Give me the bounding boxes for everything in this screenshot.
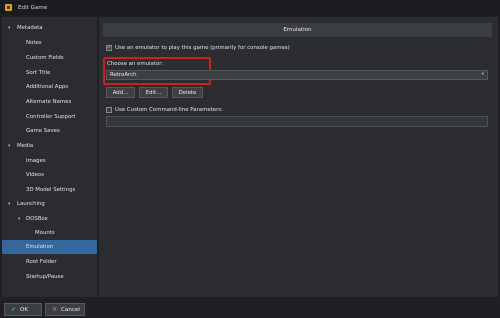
sidebar-item-custom-fields[interactable]: Custom Fields [2,51,97,65]
sidebar-item-root-folder[interactable]: Root Folder [2,255,97,269]
sidebar-item-label: Launching [17,201,45,207]
sidebar-item-label: DOSBox [26,216,48,222]
sidebar-item-label: Controller Support [26,114,76,120]
sidebar-nav: ▾ Metadata Notes Custom Fields Sort Titl… [2,17,97,297]
custom-params-input[interactable] [106,116,488,127]
use-emulator-checkbox[interactable]: ✓ [106,45,112,51]
sidebar-item-label: Notes [26,40,42,46]
launchbox-app-icon [4,3,13,12]
sidebar-item-emulation[interactable]: Emulation [2,240,97,254]
sidebar-item-label: Root Folder [26,259,57,265]
sidebar-item-label: Media [17,143,34,149]
sidebar-item-launching[interactable]: ▾ Launching [2,197,97,211]
custom-params-label: Use Custom Command-line Parameters: [115,107,223,113]
sidebar-item-label: Alternate Names [26,99,72,105]
title-bar: Edit Game [0,0,500,15]
emulator-select-value: RetroArch [110,72,137,78]
chevron-down-icon[interactable]: ▾ [8,144,10,149]
sidebar-item-label: Startup/Pause [26,274,64,280]
sidebar-item-alternate-names[interactable]: Alternate Names [2,95,97,109]
ok-button-label: OK [20,306,29,313]
sidebar-item-dosbox[interactable]: ▾ DOSBox [2,212,97,226]
sidebar-item-mounts[interactable]: Mounts [2,226,97,240]
sidebar-item-label: Custom Fields [26,55,64,61]
sidebar-item-videos[interactable]: Videos [2,168,97,182]
sidebar-item-media[interactable]: ▾ Media [2,139,97,153]
cancel-button-label: Cancel [61,306,80,313]
sidebar-item-label: 3D Model Settings [26,187,76,193]
delete-emulator-button[interactable]: Delete [172,87,203,98]
sidebar-item-game-saves[interactable]: Game Saves [2,124,97,138]
sidebar-item-label: Game Saves [26,128,60,134]
emulator-select[interactable]: RetroArch ▾ [106,70,488,80]
sidebar-item-label: Images [26,158,46,164]
sidebar-item-label: Videos [26,172,44,178]
close-icon: ✖ [52,306,58,313]
sidebar-item-label: Emulation [26,244,54,250]
chevron-down-icon[interactable]: ▾ [18,217,20,222]
sidebar-item-startup-pause[interactable]: Startup/Pause [2,270,97,284]
choose-emulator-label: Choose an emulator: [107,61,164,67]
chevron-down-icon[interactable]: ▾ [8,26,10,31]
window-title: Edit Game [18,4,48,11]
custom-params-checkbox[interactable] [106,107,112,113]
sidebar-item-label: Sort Title [26,70,51,76]
edit-emulator-button[interactable]: Edit... [139,87,168,98]
sidebar-item-sort-title[interactable]: Sort Title [2,66,97,80]
chevron-down-icon[interactable]: ▾ [482,72,484,77]
sidebar-item-controller-support[interactable]: Controller Support [2,110,97,124]
sidebar-item-label: Mounts [35,230,55,236]
section-title: Emulation [103,23,492,37]
sidebar-item-label: Additional Apps [26,84,69,90]
use-emulator-label: Use an emulator to play this game (prima… [115,45,290,51]
ok-button[interactable]: ✔ OK [4,303,42,316]
sidebar-item-3d-model-settings[interactable]: 3D Model Settings [2,183,97,197]
sidebar-item-notes[interactable]: Notes [2,36,97,50]
checkmark-icon: ✔ [11,306,17,313]
sidebar-item-additional-apps[interactable]: Additional Apps [2,80,97,94]
sidebar-item-label: Metadata [17,25,43,31]
cancel-button[interactable]: ✖ Cancel [45,303,85,316]
chevron-down-icon[interactable]: ▾ [8,202,10,207]
add-emulator-button[interactable]: Add... [106,87,135,98]
sidebar-item-images[interactable]: Images [2,154,97,168]
sidebar-item-metadata[interactable]: ▾ Metadata [2,21,97,35]
